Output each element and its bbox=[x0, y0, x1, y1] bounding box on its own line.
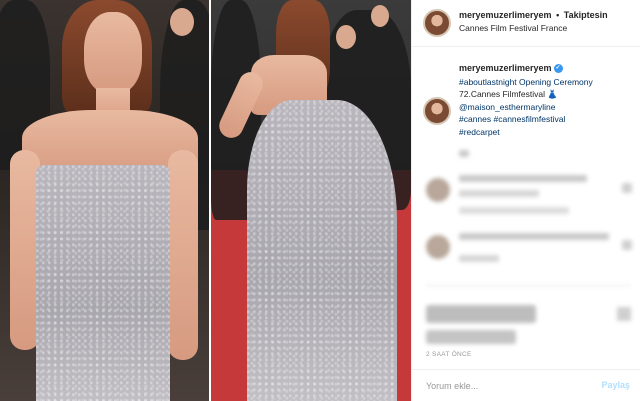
blurred-comment bbox=[459, 190, 539, 197]
blurred-comment bbox=[459, 150, 469, 157]
header-username-row: meryemuzerlimeryem • Takiptesin bbox=[459, 10, 608, 20]
blurred-comment bbox=[459, 233, 609, 240]
blurred-divider bbox=[426, 285, 631, 286]
dress-emoji-icon: 👗 bbox=[547, 89, 558, 100]
blurred-avatar bbox=[426, 235, 450, 259]
post-timestamp: 2 SAAT ÖNCE bbox=[426, 351, 472, 358]
footer-divider bbox=[412, 369, 640, 370]
blurred-like-icon bbox=[622, 183, 632, 193]
caption-username[interactable]: meryemuzerlimeryem bbox=[459, 63, 552, 73]
blurred-comment bbox=[459, 255, 499, 262]
silver-gown bbox=[247, 100, 397, 401]
blurred-save-icon bbox=[617, 307, 631, 321]
hashtag-link[interactable]: #cannes #cannesfilmfestival bbox=[459, 113, 635, 125]
location-link[interactable]: Cannes Film Festival France bbox=[459, 23, 567, 33]
hashtag-link[interactable]: #redcarpet bbox=[459, 126, 635, 138]
comment-input[interactable] bbox=[426, 381, 586, 391]
post-header: meryemuzerlimeryem • Takiptesin Cannes F… bbox=[412, 0, 640, 47]
background-face bbox=[336, 25, 356, 49]
mention-link[interactable]: @maison_esthermaryline bbox=[459, 101, 635, 113]
post-photo-left bbox=[0, 0, 209, 401]
verified-badge-icon: ✓ bbox=[553, 64, 563, 74]
blurred-comment bbox=[459, 175, 587, 182]
caption-line: 72.Cannes Filmfestival 👗 bbox=[459, 88, 635, 100]
background-face bbox=[371, 5, 389, 27]
blurred-action-bar bbox=[426, 305, 536, 323]
header-username[interactable]: meryemuzerlimeryem bbox=[459, 10, 552, 20]
caption-avatar[interactable] bbox=[423, 97, 451, 125]
following-button[interactable]: Takiptesin bbox=[564, 10, 608, 20]
blurred-avatar bbox=[426, 178, 450, 202]
header-separator: • bbox=[556, 10, 560, 20]
model-face bbox=[84, 12, 142, 94]
post-photo-right bbox=[211, 0, 411, 401]
caption-username-row: meryemuzerlimeryem ✓ bbox=[459, 63, 563, 74]
caption-text-segment: 72.Cannes Filmfestival bbox=[459, 89, 545, 100]
post-sidebar: meryemuzerlimeryem • Takiptesin Cannes F… bbox=[411, 0, 640, 401]
avatar[interactable] bbox=[423, 9, 451, 37]
hashtag-link[interactable]: #aboutlastnight Opening Ceremony bbox=[459, 77, 593, 87]
post-media[interactable] bbox=[0, 0, 411, 401]
blurred-comment bbox=[459, 207, 569, 214]
caption-text: #aboutlastnight Opening Ceremony 72.Cann… bbox=[459, 76, 635, 138]
blurred-likes bbox=[426, 330, 516, 344]
silver-gown bbox=[36, 165, 170, 401]
background-face bbox=[170, 8, 194, 36]
model-arm bbox=[168, 150, 198, 360]
share-button[interactable]: Paylaş bbox=[601, 380, 630, 390]
blurred-like-icon bbox=[622, 240, 632, 250]
caption-line: #aboutlastnight Opening Ceremony bbox=[459, 76, 635, 88]
